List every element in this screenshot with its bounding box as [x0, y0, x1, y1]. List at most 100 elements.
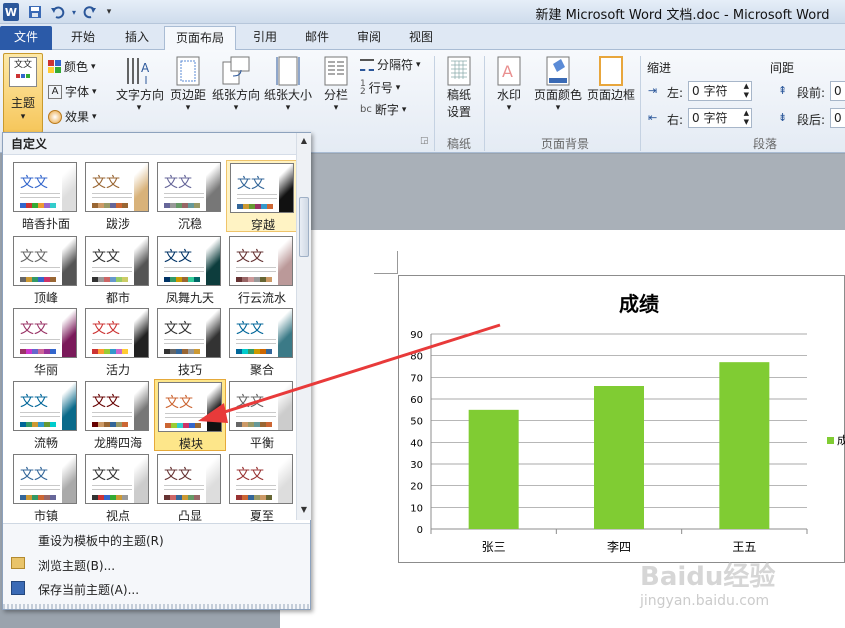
theme-sample-text: 文文 [236, 249, 264, 265]
theme-thumbnail: 文文 [13, 236, 77, 286]
page-size-button[interactable]: 纸张大小 ▾ [263, 54, 313, 130]
margins-button[interactable]: 页边距 ▾ [168, 54, 208, 130]
paragraph-group-label: 段落 [752, 137, 777, 151]
indent-left-input[interactable]: 0 字符 ▲ ▼ [688, 81, 752, 101]
gallery-scrollbar[interactable]: ▲ ▼ [296, 133, 311, 520]
manuscript-label: 稿纸 [446, 88, 471, 102]
tab-home[interactable]: 开始 [58, 26, 108, 50]
hyphenation-button[interactable]: bc 断字 ▾ [360, 101, 406, 118]
theme-chen-wen[interactable]: 文文 沉稳 [154, 160, 226, 232]
theme-huo-li[interactable]: 文文 活力 [82, 306, 154, 378]
columns-button[interactable]: 分栏 ▾ [318, 54, 354, 130]
orientation-button[interactable]: 纸张方向 ▾ [211, 54, 261, 130]
theme-ba-she[interactable]: 文文 跋涉 [82, 160, 154, 232]
tab-file[interactable]: 文件 [0, 26, 52, 50]
theme-sample-lines [20, 267, 60, 275]
theme-name-label: 活力 [105, 363, 130, 377]
window-title: 新建 Microsoft Word 文档.doc - Microsoft Wor… [535, 8, 830, 23]
theme-xia-zhi[interactable]: 文文 夏至 [226, 452, 298, 524]
chart-frame[interactable]: 成绩 0 10 20 30 40 50 60 70 80 90 张三 李四 王五 成 [398, 275, 845, 563]
manuscript-settings-button[interactable]: 稿纸 设置 [440, 54, 478, 130]
theme-ding-feng[interactable]: 文文 顶峰 [10, 234, 82, 306]
browse-themes-menu-item[interactable]: 浏览主题(B)... [38, 557, 115, 574]
theme-liu-chang[interactable]: 文文 流畅 [10, 379, 82, 451]
undo-icon[interactable] [49, 3, 67, 21]
word-app-icon[interactable]: W [3, 3, 19, 21]
theme-sample-lines [20, 412, 60, 420]
y-tick-label: 10 [410, 503, 423, 514]
themes-button[interactable]: 文文 主题 ▾ [3, 53, 43, 133]
customize-qat-icon[interactable]: ▾ [104, 3, 114, 21]
theme-thumbnail: 文文 [85, 236, 149, 286]
page-color-button[interactable]: 页面颜色 ▾ [533, 54, 583, 130]
indent-left-label: 左: [667, 86, 684, 100]
redo-icon[interactable] [82, 3, 98, 21]
y-tick-label: 70 [410, 373, 423, 384]
line-numbers-button[interactable]: 12 行号 ▾ [360, 79, 400, 96]
tab-insert[interactable]: 插入 [112, 26, 162, 50]
margins-label: 页边距 [169, 88, 206, 102]
undo-dropdown-icon[interactable]: ▾ [69, 3, 79, 21]
theme-color-swatches [20, 495, 56, 500]
theme-color-swatches [164, 203, 200, 208]
theme-chuan-yue[interactable]: 文文 穿越 [226, 160, 298, 232]
tab-mailings[interactable]: 邮件 [292, 26, 342, 50]
y-tick-label: 90 [410, 330, 423, 341]
x-tick-label: 张三 [482, 540, 506, 554]
theme-accent-corner [278, 237, 292, 285]
watermark-button[interactable]: A 水印 ▾ [490, 54, 528, 130]
spacing-after-input[interactable]: 0 [830, 108, 845, 128]
theme-hua-li[interactable]: 文文 华丽 [10, 306, 82, 378]
spacing-after-label: 段后: [797, 113, 826, 127]
tab-references[interactable]: 引用 [240, 26, 290, 50]
spacing-before-input[interactable]: 0 [830, 81, 845, 101]
theme-name-label: 华丽 [33, 363, 58, 377]
columns-icon [324, 56, 348, 86]
indent-right-input[interactable]: 0 字符 ▲ ▼ [688, 108, 752, 128]
tab-review[interactable]: 审阅 [344, 26, 394, 50]
theme-ji-qiao[interactable]: 文文 技巧 [154, 306, 226, 378]
scroll-down-icon[interactable]: ▼ [298, 503, 310, 517]
resize-grip[interactable] [3, 604, 310, 609]
theme-sample-lines [236, 267, 276, 275]
theme-xing-yun-liu-shui[interactable]: 文文 行云流水 [226, 234, 298, 306]
tab-view[interactable]: 视图 [396, 26, 446, 50]
theme-du-shi[interactable]: 文文 都市 [82, 234, 154, 306]
page-setup-launcher-icon[interactable]: ◲ [420, 136, 429, 146]
tab-page-layout[interactable]: 页面布局 [164, 26, 236, 50]
theme-colors-button[interactable]: 颜色 ▾ [48, 58, 96, 75]
chevron-down-icon: ▾ [416, 59, 421, 70]
theme-effects-button[interactable]: 效果 ▾ [48, 108, 97, 125]
theme-color-swatches [165, 423, 201, 428]
breaks-button[interactable]: 分隔符 ▾ [360, 56, 421, 73]
spinner-icon[interactable]: ▲ ▼ [744, 109, 749, 127]
y-tick-label: 0 [417, 525, 423, 536]
chevron-down-icon: ▾ [395, 82, 401, 93]
theme-accent-corner [62, 382, 76, 430]
theme-ping-heng[interactable]: 文文 平衡 [226, 379, 298, 451]
theme-shi-zhen[interactable]: 文文 市镇 [10, 452, 82, 524]
spinner-icon[interactable]: ▲ ▼ [744, 82, 749, 100]
save-theme-menu-item[interactable]: 保存当前主题(A)... [38, 581, 139, 598]
reset-theme-menu-item[interactable]: 重设为模板中的主题(R) [38, 532, 164, 549]
scroll-up-icon[interactable]: ▲ [298, 134, 310, 148]
theme-ju-he[interactable]: 文文 聚合 [226, 306, 298, 378]
theme-mo-kuai[interactable]: 文文 模块 [154, 379, 226, 451]
page-size-icon [276, 56, 300, 86]
x-tick-label: 王五 [732, 540, 756, 554]
spacing-before-icon: ⇞ [778, 84, 788, 97]
theme-color-swatches [236, 277, 272, 282]
theme-feng-wu-jiu-tian[interactable]: 文文 凤舞九天 [154, 234, 226, 306]
scroll-thumb[interactable] [299, 197, 309, 257]
theme-tu-xian[interactable]: 文文 凸显 [154, 452, 226, 524]
page-borders-button[interactable]: 页面边框 [586, 54, 636, 130]
theme-effects-label: 效果 [65, 110, 90, 124]
save-theme-icon [11, 581, 25, 595]
theme-fonts-button[interactable]: A 字体 ▾ [48, 83, 97, 100]
text-direction-button[interactable]: A 文字方向 ▾ [116, 54, 164, 130]
theme-shi-dian[interactable]: 文文 视点 [82, 452, 154, 524]
spacing-after-value: 0 [834, 111, 842, 125]
theme-an-xiang-pu-mian[interactable]: 文文 暗香扑面 [10, 160, 82, 232]
save-icon[interactable] [27, 3, 43, 21]
theme-long-teng-si-hai[interactable]: 文文 龙腾四海 [82, 379, 154, 451]
